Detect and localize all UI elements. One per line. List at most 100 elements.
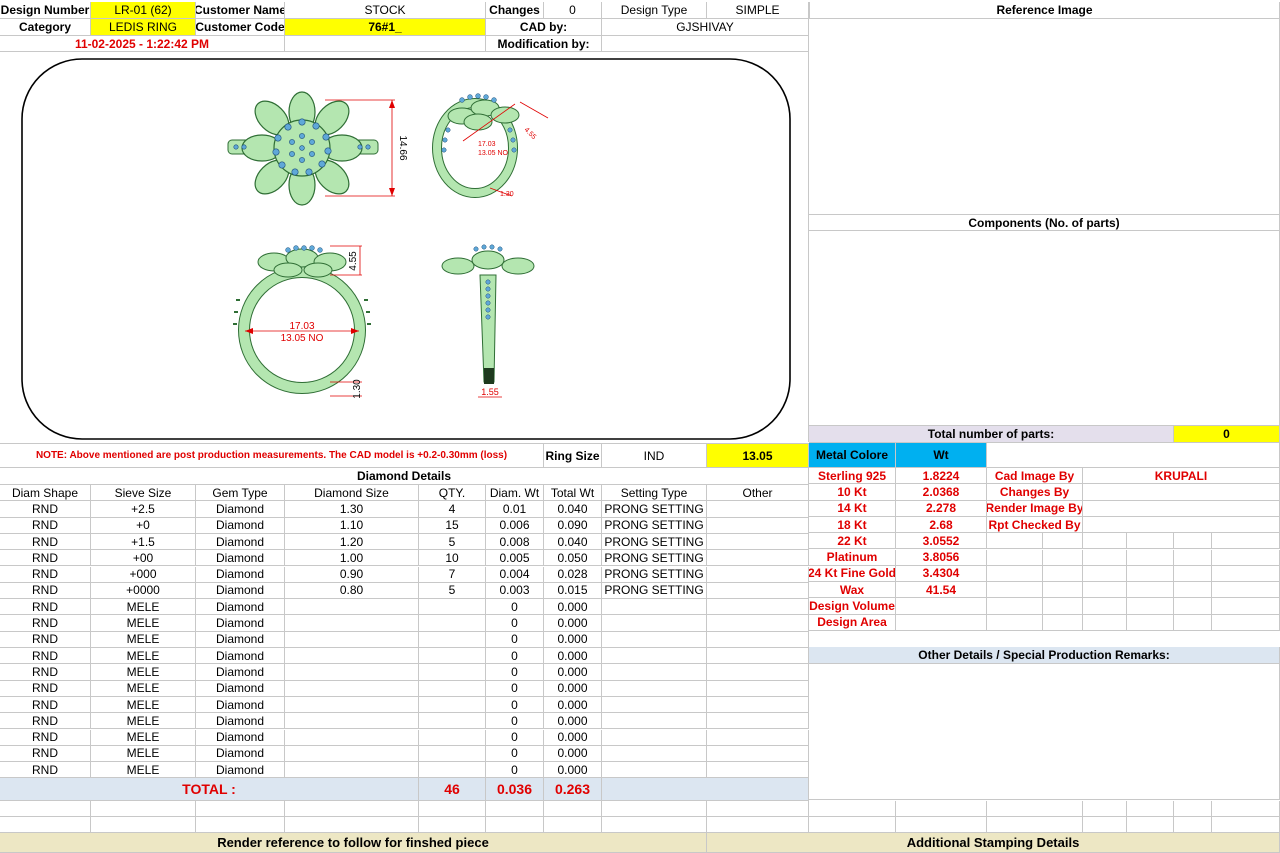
table-cell-diam-shape[interactable]: RND xyxy=(0,664,91,681)
table-cell-other[interactable] xyxy=(707,501,809,518)
metal-weight[interactable]: 3.8056 xyxy=(896,549,987,566)
design-number-value[interactable]: LR-01 (62) xyxy=(91,2,196,19)
table-cell-sieve-size[interactable]: MELE xyxy=(91,631,196,648)
blank-cell[interactable] xyxy=(1212,582,1280,599)
table-cell-diam-wt[interactable]: 0 xyxy=(486,648,544,665)
table-cell-diam-wt[interactable]: 0 xyxy=(486,713,544,730)
blank-cell[interactable] xyxy=(987,598,1043,615)
table-cell-qty[interactable] xyxy=(419,729,486,746)
table-cell-diam-shape[interactable]: RND xyxy=(0,501,91,518)
table-cell-diam-shape[interactable]: RND xyxy=(0,533,91,551)
table-cell-diamond-size[interactable] xyxy=(285,762,419,779)
table-cell-diamond-size[interactable] xyxy=(285,631,419,648)
blank-cell[interactable] xyxy=(1043,598,1083,615)
table-cell-total-wt[interactable]: 0.000 xyxy=(544,664,602,681)
table-cell-setting-type[interactable]: PRONG SETTING xyxy=(602,582,707,600)
table-cell-diamond-size[interactable]: 0.80 xyxy=(285,582,419,600)
table-cell-gem-type[interactable]: Diamond xyxy=(196,533,285,551)
table-cell-diamond-size[interactable] xyxy=(285,599,419,616)
table-cell-diamond-size[interactable] xyxy=(285,696,419,714)
table-cell-setting-type[interactable]: PRONG SETTING xyxy=(602,501,707,518)
blank-cell[interactable] xyxy=(196,817,285,834)
blank-cell[interactable] xyxy=(285,817,419,834)
table-cell-qty[interactable] xyxy=(419,680,486,697)
table-cell-diamond-size[interactable]: 1.20 xyxy=(285,533,419,551)
table-cell-other[interactable] xyxy=(707,582,809,600)
blank-cell[interactable] xyxy=(987,549,1043,566)
blank-cell[interactable] xyxy=(1043,565,1083,583)
table-cell-diam-shape[interactable]: RND xyxy=(0,615,91,632)
table-cell-other[interactable] xyxy=(707,713,809,730)
table-cell-sieve-size[interactable]: +00 xyxy=(91,550,196,567)
blank-cell[interactable] xyxy=(987,614,1043,631)
blank-cell[interactable] xyxy=(1083,801,1127,818)
blank-cell[interactable] xyxy=(0,817,91,834)
blank-cell[interactable] xyxy=(1127,565,1174,583)
blank-cell[interactable] xyxy=(1212,801,1280,818)
table-cell-diam-shape[interactable]: RND xyxy=(0,566,91,583)
table-cell-gem-type[interactable]: Diamond xyxy=(196,615,285,632)
blank-cell[interactable] xyxy=(1212,614,1280,631)
table-cell-qty[interactable]: 15 xyxy=(419,517,486,534)
table-cell-total-wt[interactable]: 0.090 xyxy=(544,517,602,534)
table-cell-setting-type[interactable]: PRONG SETTING xyxy=(602,517,707,534)
table-cell-diam-wt[interactable]: 0 xyxy=(486,615,544,632)
blank-cell[interactable] xyxy=(809,817,896,834)
table-cell-gem-type[interactable]: Diamond xyxy=(196,631,285,648)
table-cell-diam-shape[interactable]: RND xyxy=(0,582,91,600)
table-cell-total-wt[interactable]: 0.000 xyxy=(544,745,602,763)
blank-cell[interactable] xyxy=(0,801,91,818)
table-cell-diam-shape[interactable]: RND xyxy=(0,745,91,763)
table-cell-total-wt[interactable]: 0.050 xyxy=(544,550,602,567)
blank-cell[interactable] xyxy=(896,801,987,818)
blank-cell[interactable] xyxy=(1127,533,1174,550)
table-cell-diam-wt[interactable]: 0 xyxy=(486,680,544,697)
table-cell-other[interactable] xyxy=(707,533,809,551)
metal-weight[interactable]: 2.68 xyxy=(896,516,987,534)
table-cell-qty[interactable] xyxy=(419,696,486,714)
metal-weight[interactable]: 41.54 xyxy=(896,582,987,599)
table-cell-gem-type[interactable]: Diamond xyxy=(196,566,285,583)
customer-code-value[interactable]: 76#1_ xyxy=(285,19,486,36)
table-cell-sieve-size[interactable]: MELE xyxy=(91,599,196,616)
metal-weight[interactable] xyxy=(896,598,987,615)
table-cell-total-wt[interactable]: 0.000 xyxy=(544,713,602,730)
table-cell-gem-type[interactable]: Diamond xyxy=(196,501,285,518)
table-cell-other[interactable] xyxy=(707,517,809,534)
table-cell-setting-type[interactable] xyxy=(602,762,707,779)
table-cell-diam-shape[interactable]: RND xyxy=(0,550,91,567)
table-cell-other[interactable] xyxy=(707,550,809,567)
table-cell-sieve-size[interactable]: +1.5 xyxy=(91,533,196,551)
table-cell-qty[interactable] xyxy=(419,599,486,616)
table-cell-sieve-size[interactable]: MELE xyxy=(91,745,196,763)
table-cell-diam-shape[interactable]: RND xyxy=(0,762,91,779)
blank-cell[interactable] xyxy=(602,817,707,834)
table-cell-diam-shape[interactable]: RND xyxy=(0,729,91,746)
table-cell-other[interactable] xyxy=(707,729,809,746)
table-cell-diamond-size[interactable]: 0.90 xyxy=(285,566,419,583)
design-type-value[interactable]: SIMPLE xyxy=(707,2,809,19)
table-cell-setting-type[interactable] xyxy=(602,599,707,616)
table-cell-diam-wt[interactable]: 0.01 xyxy=(486,501,544,518)
table-cell-total-wt[interactable]: 0.000 xyxy=(544,696,602,714)
table-cell-qty[interactable] xyxy=(419,713,486,730)
table-cell-total-wt[interactable]: 0.000 xyxy=(544,680,602,697)
blank-cell[interactable] xyxy=(1083,565,1127,583)
blank-cell[interactable] xyxy=(1127,614,1174,631)
table-cell-other[interactable] xyxy=(707,745,809,763)
table-cell-diam-wt[interactable]: 0.004 xyxy=(486,566,544,583)
table-cell-total-wt[interactable]: 0.000 xyxy=(544,615,602,632)
blank-cell[interactable] xyxy=(1212,565,1280,583)
table-cell-total-wt[interactable]: 0.000 xyxy=(544,599,602,616)
metal-weight[interactable]: 2.0368 xyxy=(896,484,987,501)
table-cell-setting-type[interactable] xyxy=(602,696,707,714)
table-cell-gem-type[interactable]: Diamond xyxy=(196,599,285,616)
metal-weight[interactable]: 1.8224 xyxy=(896,468,987,485)
blank-cell[interactable] xyxy=(1212,598,1280,615)
table-cell-diam-shape[interactable]: RND xyxy=(0,713,91,730)
table-cell-qty[interactable]: 10 xyxy=(419,550,486,567)
table-cell-diam-shape[interactable]: RND xyxy=(0,680,91,697)
other-details-area[interactable] xyxy=(809,664,1280,800)
blank-cell[interactable] xyxy=(1174,565,1212,583)
table-cell-total-wt[interactable]: 0.015 xyxy=(544,582,602,600)
